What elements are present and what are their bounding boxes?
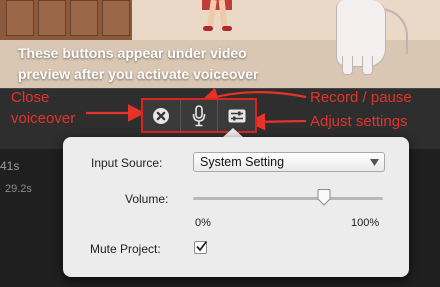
close-voiceover-button[interactable] [143,100,181,131]
volume-slider-track[interactable] [193,197,383,200]
microphone-icon [192,104,206,126]
record-pause-button[interactable] [181,100,219,131]
checkmark-icon [196,240,208,252]
timeline-time-a: 41s [0,159,20,173]
adjust-settings-button[interactable] [218,100,255,131]
close-circle-icon [153,107,170,124]
input-source-label: Input Source: [91,156,163,170]
settings-sliders-icon [228,109,246,122]
volume-label: Volume: [125,192,169,206]
input-source-select[interactable]: System Setting [193,152,385,172]
chevron-down-icon [370,159,379,166]
volume-min-label: 0% [195,217,211,229]
timeline-time-b: 29.2s [5,183,32,195]
volume-slider-thumb[interactable] [317,189,331,206]
voiceover-settings-popover: Input Source: System Setting Volume: 0% … [63,137,409,277]
mute-project-label: Mute Project: [90,242,161,256]
input-source-value: System Setting [200,155,285,169]
volume-max-label: 100% [351,217,380,229]
mute-project-checkbox[interactable] [194,240,208,254]
arrow-to-settings [247,112,307,131]
